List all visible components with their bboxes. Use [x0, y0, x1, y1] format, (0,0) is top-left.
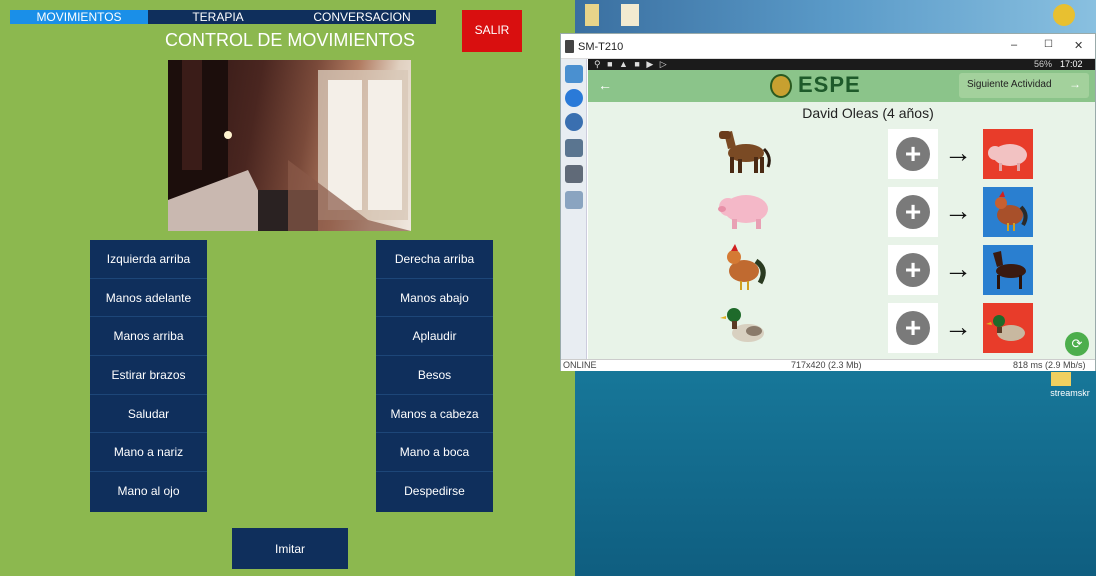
camera-feed — [168, 60, 411, 231]
android-status-bar: ⚲ ■ ▲ ■ ▶ ▷ 56% 17:02 — [588, 59, 1095, 70]
rotate-icon[interactable] — [565, 89, 583, 107]
duck-icon — [720, 308, 764, 342]
left-movements-panel: Izquierda arriba Manos adelante Manos ar… — [90, 240, 207, 512]
battery-level: 56% — [1034, 59, 1053, 69]
resolution-info: 717x420 (2.3 Mb) — [791, 360, 862, 370]
pig-icon[interactable] — [983, 129, 1033, 179]
besos-button[interactable]: Besos — [376, 356, 493, 395]
arrow-icon: → — [944, 311, 972, 342]
aplaudir-button[interactable]: Aplaudir — [376, 317, 493, 357]
derecha-arriba-button[interactable]: Derecha arriba — [376, 240, 493, 279]
android-screen: ⚲ ■ ▲ ■ ▶ ▷ 56% 17:02 ← ESPE Siguiente A… — [588, 59, 1095, 360]
mano-a-nariz-button[interactable]: Mano a nariz — [90, 433, 207, 473]
minimize-button[interactable]: – — [1011, 39, 1017, 51]
arrow-icon: → — [944, 253, 972, 284]
plus-icon: + — [896, 137, 930, 171]
izquierda-arriba-button[interactable]: Izquierda arriba — [90, 240, 207, 279]
window-title: SM-T210 — [578, 41, 624, 53]
tablet-mirror-window: SM-T210 – ☐ ✕ ⚲ ■ ▲ ■ ▶ ▷ 56% 17:02 ← ES… — [560, 33, 1096, 371]
desktop-file-icon[interactable] — [621, 4, 639, 26]
desktop-top-band — [575, 0, 1096, 33]
salir-button[interactable]: SALIR — [462, 10, 522, 52]
right-movements-panel: Derecha arriba Manos abajo Aplaudir Beso… — [376, 240, 493, 512]
duck-icon[interactable] — [983, 303, 1033, 353]
add-slot[interactable]: + — [888, 245, 938, 295]
notification-icons: ⚲ ■ ▲ ■ ▶ ▷ — [594, 59, 669, 69]
despedirse-button[interactable]: Despedirse — [376, 472, 493, 511]
manos-abajo-button[interactable]: Manos abajo — [376, 279, 493, 318]
tab-terapia[interactable]: TERAPIA — [148, 10, 288, 24]
desktop-shortcut-icon[interactable] — [585, 4, 599, 26]
page-title: CONTROL DE MOVIMIENTOS — [164, 30, 416, 50]
close-button[interactable]: ✕ — [1074, 39, 1083, 52]
refresh-fab-button[interactable]: ⟳ — [1065, 332, 1089, 356]
activity-content: David Oleas (4 años) + → + → + → + → ⟳ — [588, 102, 1095, 360]
add-slot[interactable]: + — [888, 129, 938, 179]
document-icon[interactable] — [565, 191, 583, 209]
espe-seal-icon — [770, 74, 792, 98]
sequence-row: + → — [588, 243, 1095, 297]
forward-arrow-icon: → — [1069, 77, 1081, 91]
rooster-icon[interactable] — [983, 187, 1033, 237]
record-icon[interactable] — [565, 165, 583, 183]
screenshot-icon[interactable] — [565, 139, 583, 157]
saludar-button[interactable]: Saludar — [90, 395, 207, 434]
add-slot[interactable]: + — [888, 303, 938, 353]
streamskr-icon[interactable] — [1051, 372, 1071, 386]
back-arrow-icon[interactable]: ← — [598, 77, 612, 93]
sequence-row: + → — [588, 127, 1095, 181]
plus-icon: + — [896, 195, 930, 229]
maximize-button[interactable]: ☐ — [1044, 39, 1053, 50]
connection-status: ONLINE — [563, 360, 597, 370]
app-bar: ← ESPE Siguiente Actividad → — [588, 70, 1095, 102]
horse-icon[interactable] — [983, 245, 1033, 295]
tablet-icon — [565, 40, 574, 53]
manos-arriba-button[interactable]: Manos arriba — [90, 317, 207, 357]
status-time: 17:02 — [1060, 59, 1083, 69]
latency-info: 818 ms (2.9 Mb/s) — [1013, 360, 1086, 370]
plus-icon: + — [896, 253, 930, 287]
horse-icon — [719, 131, 771, 173]
siguiente-actividad-button[interactable]: Siguiente Actividad → — [959, 73, 1089, 98]
sequence-row: + → — [588, 185, 1095, 239]
tab-movimientos[interactable]: MOVIMIENTOS — [10, 10, 148, 24]
streamskr-label: streamskr — [1050, 388, 1090, 398]
manos-adelante-button[interactable]: Manos adelante — [90, 279, 207, 318]
tab-conversacion[interactable]: CONVERSACION — [288, 10, 436, 24]
rooster-icon — [727, 244, 766, 290]
arrow-icon: → — [944, 195, 972, 226]
manos-a-cabeza-button[interactable]: Manos a cabeza — [376, 395, 493, 434]
mirror-status-bar: ONLINE 717x420 (2.3 Mb) 818 ms (2.9 Mb/s… — [561, 359, 1095, 371]
imitar-button[interactable]: Imitar — [232, 528, 348, 569]
movement-control-app: MOVIMIENTOS TERAPIA CONVERSACION SALIR C… — [0, 0, 575, 576]
plus-icon: + — [896, 311, 930, 345]
zoom-icon[interactable] — [565, 113, 583, 131]
camera-feed-image — [168, 60, 411, 231]
siguiente-actividad-label: Siguiente Actividad — [967, 79, 1052, 90]
arrow-icon: → — [944, 137, 972, 168]
pig-icon — [718, 195, 768, 229]
mirror-toolbar — [561, 59, 587, 359]
screen-icon[interactable] — [565, 65, 583, 83]
add-slot[interactable]: + — [888, 187, 938, 237]
sequence-row: + → — [588, 301, 1095, 355]
child-name: David Oleas (4 años) — [802, 105, 934, 121]
desktop-sun-icon[interactable] — [1053, 4, 1075, 26]
estirar-brazos-button[interactable]: Estirar brazos — [90, 356, 207, 395]
mano-al-ojo-button[interactable]: Mano al ojo — [90, 472, 207, 511]
mano-a-boca-button[interactable]: Mano a boca — [376, 433, 493, 473]
espe-logo-text: ESPE — [798, 72, 861, 97]
window-titlebar[interactable]: SM-T210 – ☐ ✕ — [561, 34, 1095, 59]
